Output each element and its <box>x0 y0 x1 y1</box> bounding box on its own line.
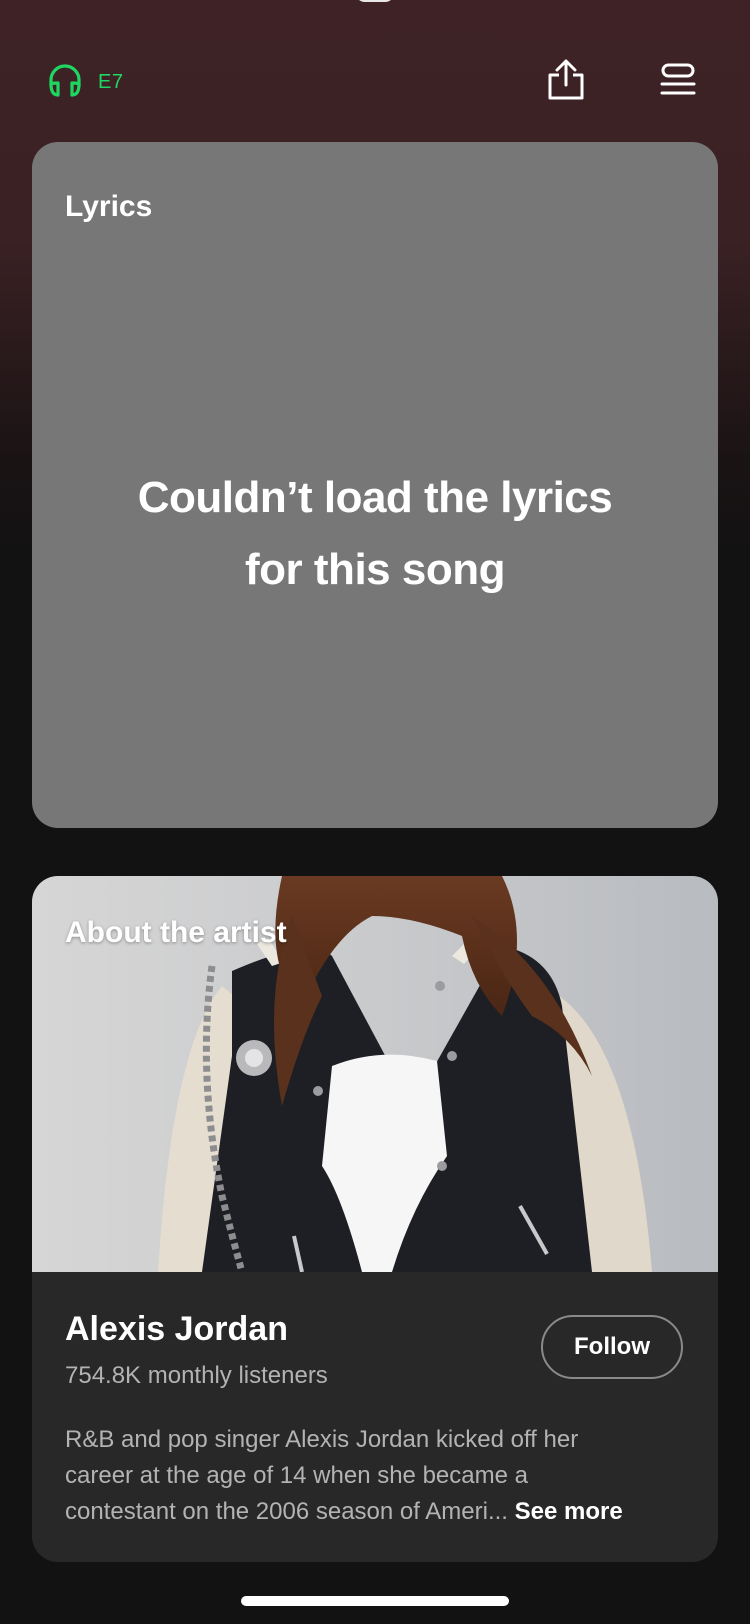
connected-device[interactable]: E7 <box>46 62 123 103</box>
see-more-link[interactable]: See more <box>515 1498 623 1525</box>
lyrics-card[interactable]: Lyrics Couldn’t load the lyrics for this… <box>32 142 718 828</box>
bio-line: career at the age of 14 when she became … <box>65 1458 685 1494</box>
monthly-listeners: 754.8K monthly listeners <box>65 1362 328 1389</box>
about-artist-title: About the artist <box>65 916 287 949</box>
artist-name[interactable]: Alexis Jordan <box>65 1310 288 1349</box>
artist-info: Alexis Jordan 754.8K monthly listeners F… <box>32 1272 718 1562</box>
lyrics-error-line: Couldn’t load the lyrics <box>137 473 613 522</box>
queue-button[interactable] <box>654 58 702 106</box>
follow-button[interactable]: Follow <box>541 1315 683 1379</box>
bio-line-text: career at the age of 14 when she became … <box>65 1462 528 1489</box>
lyrics-title: Lyrics <box>65 190 153 223</box>
lyrics-error-message: Couldn’t load the lyrics for this song <box>92 462 658 606</box>
lyrics-error-line: for this song <box>245 545 505 594</box>
artist-photo: About the artist <box>32 876 718 1273</box>
bio-line: contestant on the 2006 season of Ameri..… <box>65 1494 685 1530</box>
share-button[interactable] <box>542 58 590 106</box>
device-label: E7 <box>98 71 124 93</box>
bio-line-text: contestant on the 2006 season of Ameri..… <box>65 1498 508 1525</box>
artist-bio[interactable]: R&B and pop singer Alexis Jordan kicked … <box>65 1422 685 1530</box>
sheet-handle[interactable] <box>355 0 395 2</box>
headphones-icon <box>46 62 84 103</box>
bio-line: R&B and pop singer Alexis Jordan kicked … <box>65 1426 579 1453</box>
queue-icon <box>660 62 696 103</box>
about-artist-card[interactable]: About the artist Alexis Jordan 754.8K mo… <box>32 876 718 1562</box>
home-indicator[interactable] <box>241 1596 509 1606</box>
share-icon <box>546 59 586 106</box>
top-bar: E7 <box>0 50 750 114</box>
